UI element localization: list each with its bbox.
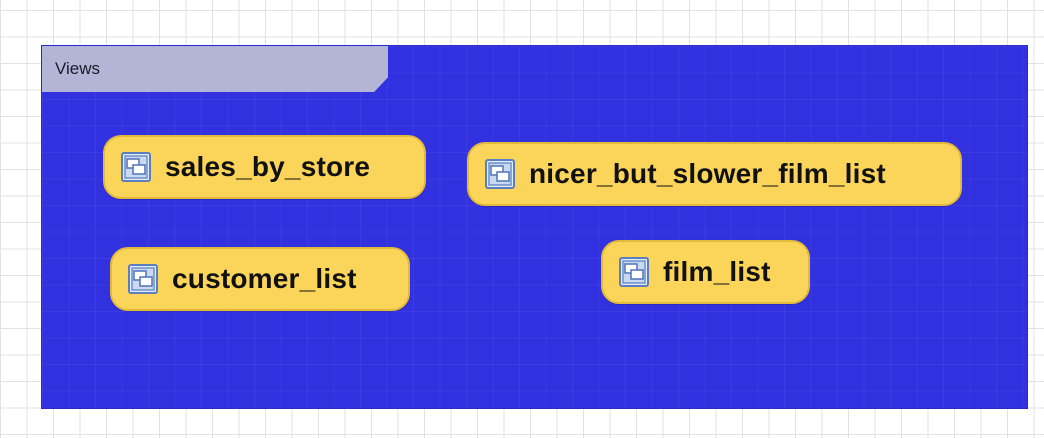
view-node-customer-list[interactable]: customer_list: [110, 247, 410, 311]
view-icon: [121, 152, 151, 182]
view-node-sales-by-store[interactable]: sales_by_store: [103, 135, 426, 199]
view-label-nicer-but-slower-film-list: nicer_but_slower_film_list: [529, 158, 886, 189]
view-node-nicer-but-slower-film-list[interactable]: nicer_but_slower_film_list: [467, 142, 962, 206]
view-label-film-list: film_list: [663, 256, 771, 287]
diagram-canvas: Views sales_by_store nicer_but_slower_fi…: [0, 0, 1044, 438]
view-label-customer-list: customer_list: [172, 263, 357, 294]
view-label-sales-by-store: sales_by_store: [165, 151, 371, 182]
view-icon: [619, 257, 649, 287]
view-node-film-list[interactable]: film_list: [601, 240, 810, 304]
views-group[interactable]: Views: [41, 45, 1028, 409]
views-group-title: Views: [42, 46, 388, 92]
view-icon: [485, 159, 515, 189]
view-icon: [128, 264, 158, 294]
